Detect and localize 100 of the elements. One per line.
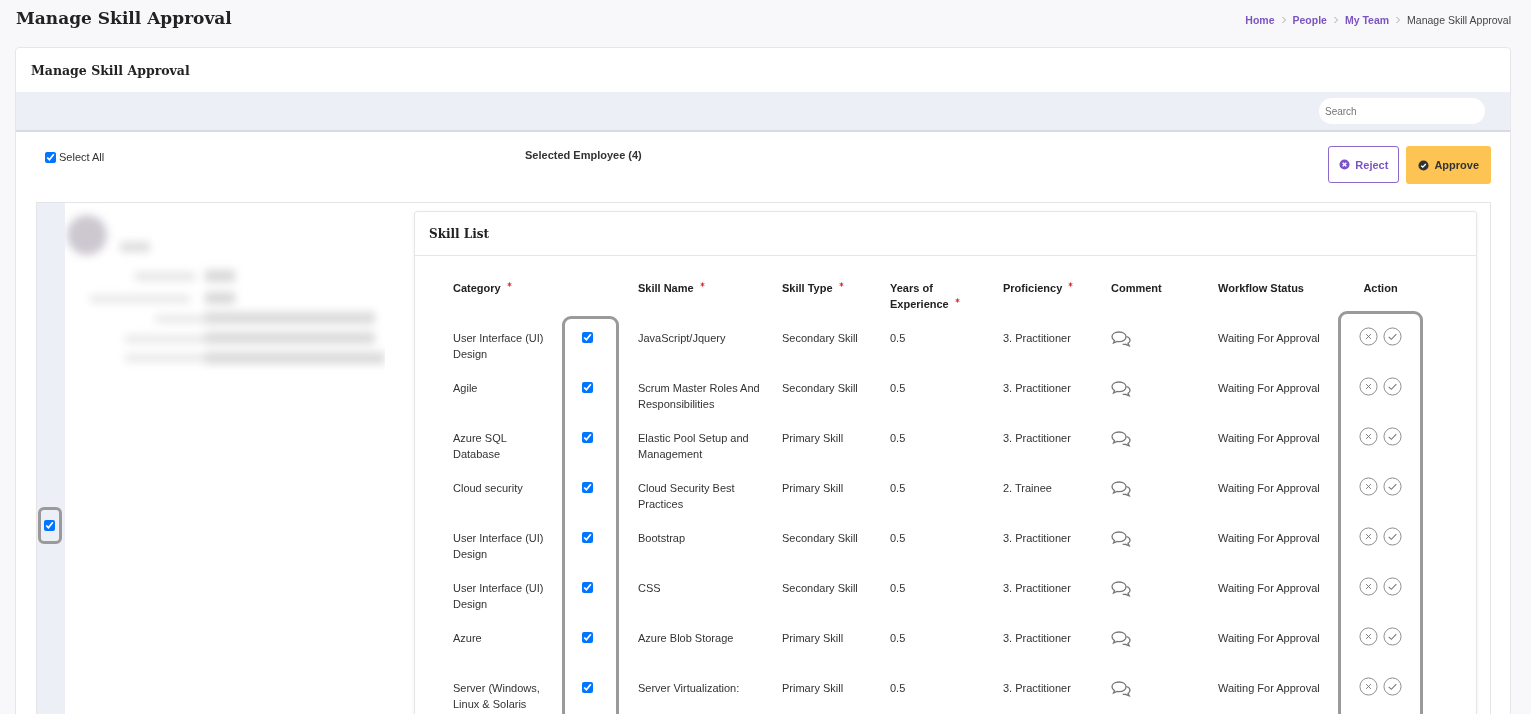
approve-circle-icon[interactable] bbox=[1383, 427, 1402, 446]
table-cell: 0.5 bbox=[890, 382, 906, 394]
table-cell: Primary Skill bbox=[782, 682, 844, 694]
column-header: Years of Experience bbox=[890, 282, 960, 310]
card-title: Manage Skill Approval bbox=[31, 62, 190, 78]
comment-icon[interactable] bbox=[1111, 581, 1131, 597]
table-cell: 3. Practitioner bbox=[1003, 682, 1071, 694]
reject-circle-icon[interactable] bbox=[1359, 477, 1378, 496]
breadcrumb-current: Manage Skill Approval bbox=[1407, 13, 1511, 26]
required-asterisk-icon bbox=[838, 282, 844, 287]
table-cell: 0.5 bbox=[890, 632, 906, 644]
table-cell: 0.5 bbox=[890, 482, 906, 494]
table-cell: 0.5 bbox=[890, 432, 906, 444]
table-cell: 3. Practitioner bbox=[1003, 582, 1071, 594]
row-checkbox[interactable] bbox=[582, 682, 593, 693]
reject-circle-icon[interactable] bbox=[1359, 527, 1378, 546]
reject-circle-icon[interactable] bbox=[1359, 677, 1378, 696]
table-cell: Waiting For Approval bbox=[1218, 632, 1320, 644]
table-cell: Server (Windows, Linux & Solaris bbox=[453, 682, 540, 710]
reject-circle-icon[interactable] bbox=[1359, 627, 1378, 646]
approve-circle-icon[interactable] bbox=[1383, 327, 1402, 346]
breadcrumb-link[interactable]: People bbox=[1292, 13, 1327, 26]
reject-circle-icon[interactable] bbox=[1359, 427, 1378, 446]
comment-icon[interactable] bbox=[1111, 381, 1131, 397]
table-cell: 3. Practitioner bbox=[1003, 382, 1071, 394]
approve-button[interactable]: Approve bbox=[1406, 146, 1491, 184]
table-cell: 3. Practitioner bbox=[1003, 432, 1071, 444]
column-header: Skill Type bbox=[782, 282, 844, 294]
skill-list-title: Skill List bbox=[429, 226, 490, 241]
breadcrumb-link[interactable]: My Team bbox=[1344, 13, 1390, 26]
approve-circle-icon[interactable] bbox=[1383, 377, 1402, 396]
column-header: Proficiency bbox=[1003, 282, 1074, 294]
reject-circle-icon[interactable] bbox=[1359, 327, 1378, 346]
table-cell: Waiting For Approval bbox=[1218, 582, 1320, 594]
table-cell: Waiting For Approval bbox=[1218, 682, 1320, 694]
table-cell: Scrum Master Roles And Responsibilities bbox=[638, 382, 760, 410]
table-cell: 0.5 bbox=[890, 582, 906, 594]
required-asterisk-icon bbox=[506, 282, 512, 287]
comment-icon[interactable] bbox=[1111, 481, 1131, 497]
table-cell: Waiting For Approval bbox=[1218, 432, 1320, 444]
selected-employee-count: Selected Employee (4) bbox=[525, 149, 642, 161]
table-cell: 0.5 bbox=[890, 682, 906, 694]
page-title: Manage Skill Approval bbox=[16, 8, 232, 28]
required-asterisk-icon bbox=[699, 282, 705, 287]
column-header: Comment bbox=[1111, 282, 1162, 294]
table-cell: 3. Practitioner bbox=[1003, 332, 1071, 344]
table-cell: Secondary Skill bbox=[782, 532, 858, 544]
table-cell: Waiting For Approval bbox=[1218, 482, 1320, 494]
table-cell: JavaScript/Jquery bbox=[638, 332, 726, 344]
table-cell: Waiting For Approval bbox=[1218, 532, 1320, 544]
table-cell: Elastic Pool Setup and Management bbox=[638, 432, 749, 460]
table-cell: Azure bbox=[453, 632, 482, 644]
comment-icon[interactable] bbox=[1111, 681, 1131, 697]
table-cell: 3. Practitioner bbox=[1003, 532, 1071, 544]
table-cell: Agile bbox=[453, 382, 478, 394]
table-cell: Waiting For Approval bbox=[1218, 332, 1320, 344]
row-checkbox[interactable] bbox=[582, 482, 593, 493]
chevron-icon bbox=[1395, 15, 1402, 24]
comment-icon[interactable] bbox=[1111, 431, 1131, 447]
table-cell: Cloud security bbox=[453, 482, 523, 494]
select-all-label: Select All bbox=[59, 151, 105, 163]
row-checkbox[interactable] bbox=[582, 432, 593, 443]
comment-icon[interactable] bbox=[1111, 631, 1131, 647]
breadcrumb-link[interactable]: Home bbox=[1245, 13, 1275, 26]
table-cell: Primary Skill bbox=[782, 432, 844, 444]
required-asterisk-icon bbox=[954, 297, 960, 303]
search-field[interactable]: Search bbox=[1319, 98, 1485, 124]
employee-checkbox[interactable] bbox=[44, 520, 55, 531]
approve-circle-icon[interactable] bbox=[1383, 477, 1402, 496]
table-cell: Server Virtualization: bbox=[638, 682, 740, 694]
approve-circle-icon[interactable] bbox=[1383, 677, 1402, 696]
column-header: Workflow Status bbox=[1218, 282, 1304, 294]
approve-circle-icon[interactable] bbox=[1383, 577, 1402, 596]
column-header: Skill Name bbox=[638, 282, 705, 294]
table-cell: Secondary Skill bbox=[782, 332, 858, 344]
table-cell: CSS bbox=[638, 582, 661, 594]
reject-circle-icon[interactable] bbox=[1359, 377, 1378, 396]
row-checkbox[interactable] bbox=[582, 332, 593, 343]
reject-button[interactable]: Reject bbox=[1328, 146, 1400, 183]
table-cell: Secondary Skill bbox=[782, 582, 858, 594]
table-cell: 2. Trainee bbox=[1003, 482, 1052, 494]
select-all-checkbox[interactable] bbox=[45, 151, 56, 163]
close-circle-icon bbox=[1339, 159, 1351, 170]
approve-circle-icon[interactable] bbox=[1383, 627, 1402, 646]
row-checkbox[interactable] bbox=[582, 582, 593, 593]
comment-icon[interactable] bbox=[1111, 531, 1131, 547]
table-cell: Azure Blob Storage bbox=[638, 632, 734, 644]
row-checkbox[interactable] bbox=[582, 532, 593, 543]
table-cell: Bootstrap bbox=[638, 532, 686, 544]
chevron-icon bbox=[1280, 15, 1287, 24]
table-cell: User Interface (UI) Design bbox=[453, 332, 544, 360]
table-cell: User Interface (UI) Design bbox=[453, 582, 544, 610]
approve-circle-icon[interactable] bbox=[1383, 527, 1402, 546]
reject-circle-icon[interactable] bbox=[1359, 577, 1378, 596]
table-cell: Cloud Security Best Practices bbox=[638, 482, 735, 510]
check-circle-icon bbox=[1418, 159, 1430, 171]
table-cell: User Interface (UI) Design bbox=[453, 532, 544, 560]
row-checkbox[interactable] bbox=[582, 632, 593, 643]
comment-icon[interactable] bbox=[1111, 331, 1131, 347]
row-checkbox[interactable] bbox=[582, 382, 593, 393]
